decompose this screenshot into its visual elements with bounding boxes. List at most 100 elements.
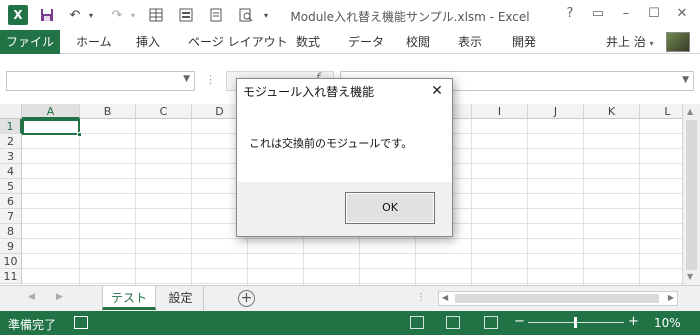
page-layout-view-icon[interactable] <box>446 316 460 329</box>
formula-bar-grip[interactable]: ⋮ <box>205 73 216 86</box>
sheet-icon[interactable] <box>206 5 226 25</box>
column-header-c[interactable]: C <box>136 104 192 119</box>
gridline-vertical <box>191 119 192 285</box>
row-header-4[interactable]: 4 <box>0 164 22 179</box>
vertical-scroll-thumb[interactable] <box>686 120 697 270</box>
gridline-horizontal <box>22 283 682 284</box>
tab-split-grip[interactable]: ⋮ <box>416 292 426 303</box>
gridline-vertical <box>639 119 640 285</box>
select-all-corner[interactable] <box>0 104 22 119</box>
zoom-out-icon[interactable]: − <box>514 314 525 329</box>
zoom-slider-thumb[interactable] <box>574 317 577 328</box>
user-name-label: 井上 治 <box>606 35 646 49</box>
column-header-k[interactable]: K <box>584 104 640 119</box>
window-title: Module入れ替え機能サンプル.xlsm - Excel <box>290 10 530 24</box>
ribbon-tabs: ファイル ホーム 挿入 ページ レイアウト 数式 データ 校閲 表示 開発 井上… <box>0 30 700 54</box>
user-name[interactable]: 井上 治 ▾ <box>606 33 654 50</box>
tab-developer[interactable]: 開発 <box>512 30 536 54</box>
undo-icon[interactable]: ↶ <box>64 5 86 25</box>
vertical-scrollbar[interactable]: ▲ ▼ <box>682 104 700 285</box>
row-header-11[interactable]: 11 <box>0 269 22 284</box>
gridline-horizontal <box>22 238 682 239</box>
row-header-2[interactable]: 2 <box>0 134 22 149</box>
scroll-right-icon[interactable]: ▶ <box>668 293 674 302</box>
avatar[interactable] <box>666 32 690 52</box>
form-icon[interactable] <box>176 5 196 25</box>
dialog-footer: OK <box>237 182 452 236</box>
gridline-vertical <box>471 119 472 285</box>
sheet-tab-test[interactable]: テスト <box>102 286 156 310</box>
column-header-b[interactable]: B <box>80 104 136 119</box>
zoom-in-icon[interactable]: + <box>628 314 639 329</box>
column-header-j[interactable]: J <box>528 104 584 119</box>
name-box[interactable]: ▼ <box>6 71 195 91</box>
zoom-level[interactable]: 10% <box>654 316 681 330</box>
active-cell-a1[interactable] <box>22 119 82 137</box>
dialog-message: これは交換前のモジュールです。 <box>249 137 413 150</box>
column-header-a[interactable]: A <box>22 104 80 119</box>
tab-formulas[interactable]: 数式 <box>296 30 320 54</box>
message-box-dialog: モジュール入れ替え機能 ✕ これは交換前のモジュールです。 OK <box>236 78 453 237</box>
ok-button[interactable]: OK <box>345 192 435 224</box>
excel-logo-icon: X <box>8 5 28 25</box>
add-sheet-button[interactable]: + <box>238 290 255 307</box>
sheet-tab-bar: ◀ ▶ テスト 設定 + ⋮ ◀ ▶ <box>0 285 700 311</box>
tab-home[interactable]: ホーム <box>76 30 112 54</box>
fill-handle[interactable] <box>77 132 82 137</box>
row-header-5[interactable]: 5 <box>0 179 22 194</box>
name-box-dropdown-icon[interactable]: ▼ <box>183 74 190 84</box>
row-header-10[interactable]: 10 <box>0 254 22 269</box>
customize-qat-icon[interactable]: ▾ <box>260 5 272 25</box>
tab-data[interactable]: データ <box>348 30 384 54</box>
page-break-view-icon[interactable] <box>484 316 498 329</box>
dialog-close-button[interactable]: ✕ <box>427 81 447 101</box>
dialog-title: モジュール入れ替え機能 <box>243 85 375 99</box>
scroll-up-icon[interactable]: ▲ <box>687 107 693 116</box>
close-window-button[interactable]: ✕ <box>670 4 694 24</box>
tab-view[interactable]: 表示 <box>458 30 482 54</box>
print-preview-icon[interactable] <box>236 5 256 25</box>
tab-insert[interactable]: 挿入 <box>136 30 160 54</box>
undo-dropdown-icon[interactable]: ▾ <box>86 5 96 25</box>
scroll-down-icon[interactable]: ▼ <box>687 272 693 281</box>
status-ready: 準備完了 <box>8 318 57 332</box>
normal-view-icon[interactable] <box>410 316 424 329</box>
gridline-vertical <box>527 119 528 285</box>
redo-icon[interactable]: ↷ <box>106 5 128 25</box>
redo-dropdown-icon[interactable]: ▾ <box>128 5 138 25</box>
help-button[interactable]: ? <box>558 4 582 24</box>
gridline-vertical <box>583 119 584 285</box>
title-bar: X ↶ ▾ ↷ ▾ ▾ Module入れ替え機能サンプル.xlsm - Exce… <box>0 0 700 30</box>
tab-review[interactable]: 校閲 <box>406 30 430 54</box>
ribbon-display-button[interactable]: ▭ <box>586 4 610 24</box>
row-header-1[interactable]: 1 <box>0 119 22 134</box>
gridline-horizontal <box>22 253 682 254</box>
row-header-9[interactable]: 9 <box>0 239 22 254</box>
horizontal-scroll-thumb[interactable] <box>455 294 659 303</box>
sheet-tab-settings[interactable]: 設定 <box>158 286 204 310</box>
status-bar: 準備完了 − + 10% <box>0 311 700 335</box>
row-header-6[interactable]: 6 <box>0 194 22 209</box>
gridline-vertical <box>135 119 136 285</box>
expand-formula-bar-icon[interactable]: ▼ <box>682 75 689 85</box>
gridline-horizontal <box>22 268 682 269</box>
column-header-l[interactable]: L <box>640 104 682 119</box>
macro-record-icon[interactable] <box>74 316 88 329</box>
excel-window: X ↶ ▾ ↷ ▾ ▾ Module入れ替え機能サンプル.xlsm - Exce… <box>0 0 700 335</box>
row-header-3[interactable]: 3 <box>0 149 22 164</box>
column-header-i[interactable]: I <box>472 104 528 119</box>
sheet-next-icon[interactable]: ▶ <box>56 292 63 302</box>
table-icon[interactable] <box>146 5 166 25</box>
horizontal-scrollbar[interactable]: ◀ ▶ <box>438 291 678 306</box>
row-header-8[interactable]: 8 <box>0 224 22 239</box>
minimize-button[interactable]: – <box>614 4 638 24</box>
save-icon[interactable] <box>36 5 58 25</box>
sheet-prev-icon[interactable]: ◀ <box>28 292 35 302</box>
tab-file[interactable]: ファイル <box>0 30 60 54</box>
scroll-left-icon[interactable]: ◀ <box>442 293 448 302</box>
tab-page-layout[interactable]: ページ レイアウト <box>188 30 288 54</box>
user-dropdown-icon[interactable]: ▾ <box>650 39 654 48</box>
maximize-button[interactable]: ☐ <box>642 4 666 24</box>
gridline-vertical <box>79 119 80 285</box>
row-header-7[interactable]: 7 <box>0 209 22 224</box>
